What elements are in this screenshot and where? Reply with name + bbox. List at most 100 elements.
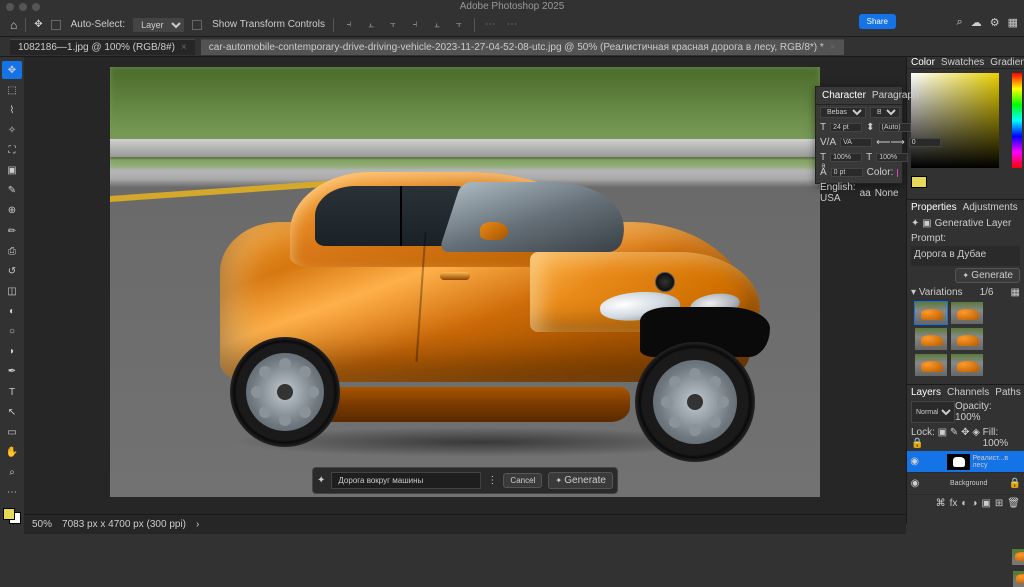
notification-icon[interactable]: ⚙ — [990, 16, 1000, 29]
lang-dropdown[interactable]: English: USA — [820, 182, 856, 204]
adjustment-icon[interactable]: ◑ — [971, 498, 977, 509]
link-icon[interactable]: ⌘ — [936, 498, 946, 509]
brush-tool[interactable]: ✏ — [2, 222, 22, 240]
generate-button[interactable]: ✦ Generate — [955, 268, 1020, 283]
chevron-right-icon[interactable]: › — [196, 519, 199, 530]
align-bottom-icon[interactable]: ⫟ — [452, 18, 466, 32]
auto-select-checkbox[interactable] — [51, 20, 61, 30]
document-tab[interactable]: 1082186—1.jpg @ 100% (RGB/8#)× — [10, 39, 195, 55]
document-tab[interactable]: car-automobile-contemporary-drive-drivin… — [201, 39, 844, 55]
cancel-button[interactable]: Cancel — [503, 473, 542, 488]
path-tool[interactable]: ↖ — [2, 403, 22, 421]
tracking-input[interactable] — [909, 138, 941, 147]
align-top-icon[interactable]: ⫞ — [408, 18, 422, 32]
shape-tool[interactable]: ▭ — [2, 423, 22, 441]
generate-button[interactable]: ✦ Generate — [548, 472, 613, 489]
layer-name[interactable]: Background — [950, 480, 987, 487]
kerning-input[interactable] — [840, 138, 872, 147]
paths-tab[interactable]: Paths — [995, 387, 1021, 398]
close-icon[interactable]: × — [830, 42, 836, 53]
fx-icon[interactable]: fx — [950, 498, 958, 509]
color-tab[interactable]: Color — [911, 57, 935, 68]
align-right-icon[interactable]: ⫟ — [386, 18, 400, 32]
blend-mode-dropdown[interactable]: Normal — [911, 401, 955, 423]
workspace-icon[interactable]: ▦ — [1008, 16, 1018, 29]
layer-row[interactable]: ◉ Background 🔒 — [907, 473, 1024, 495]
trash-icon[interactable]: 🗑 — [1007, 498, 1020, 509]
move-tool[interactable]: ✥ — [2, 61, 22, 79]
zoom-level[interactable]: 50% — [32, 519, 52, 530]
font-size-input[interactable] — [830, 123, 862, 132]
canvas-area[interactable]: ✦ ⋮ Cancel ✦ Generate — [24, 57, 906, 524]
new-layer-icon[interactable]: ⊞ — [995, 498, 1003, 509]
layers-tab[interactable]: Layers — [911, 387, 941, 398]
gen-prompt-input[interactable] — [331, 472, 481, 489]
home-icon[interactable]: ⌂ — [10, 18, 17, 32]
lasso-tool[interactable]: ⌇ — [2, 101, 22, 119]
group-icon[interactable]: ▣ — [981, 498, 990, 509]
blur-tool[interactable]: ○ — [2, 323, 22, 341]
pen-tool[interactable]: ✒ — [2, 363, 22, 381]
visibility-icon[interactable]: ◉ — [910, 456, 919, 467]
paragraph-tab[interactable]: Paragraph — [872, 90, 919, 101]
healing-tool[interactable]: ⊕ — [2, 202, 22, 220]
show-transform-checkbox[interactable] — [192, 20, 202, 30]
font-weight-dropdown[interactable]: Bold — [870, 107, 900, 118]
gradients-tab[interactable]: Gradients — [990, 57, 1024, 68]
frame-tool[interactable]: ▣ — [2, 162, 22, 180]
layer-thumb[interactable] — [1013, 571, 1024, 587]
eyedropper-tool[interactable]: ✎ — [2, 182, 22, 200]
variation-thumb[interactable] — [950, 353, 984, 377]
variation-thumb[interactable] — [914, 353, 948, 377]
mask-icon[interactable]: ◐ — [961, 498, 967, 509]
cloud-icon[interactable]: ☁ — [971, 16, 982, 29]
variation-thumb[interactable] — [950, 327, 984, 351]
zoom-tool[interactable]: ⌕ — [2, 464, 22, 482]
marquee-tool[interactable]: ⬚ — [2, 81, 22, 99]
wand-tool[interactable]: ✧ — [2, 121, 22, 139]
variation-thumb[interactable] — [950, 301, 984, 325]
adjustments-tab[interactable]: Adjustments — [963, 202, 1018, 213]
close-icon[interactable]: × — [181, 42, 187, 53]
hand-tool[interactable]: ✋ — [2, 443, 22, 461]
baseline-input[interactable] — [831, 168, 863, 177]
stamp-tool[interactable]: ⎙ — [2, 242, 22, 260]
distribute-icon[interactable]: ⋯ — [483, 18, 497, 32]
properties-tab[interactable]: Properties — [911, 202, 957, 213]
gen-options-icon[interactable]: ⋮ — [487, 475, 497, 486]
prompt-value[interactable]: Дорога в Дубае — [911, 246, 1020, 266]
hscale-input[interactable] — [876, 153, 908, 162]
color-swatches[interactable] — [3, 508, 21, 524]
eraser-tool[interactable]: ◫ — [2, 282, 22, 300]
window-controls[interactable] — [6, 3, 40, 11]
swatches-tab[interactable]: Swatches — [941, 57, 984, 68]
fill-label[interactable]: Fill: 100% — [983, 427, 1020, 449]
vscale-input[interactable] — [830, 153, 862, 162]
gradient-tool[interactable]: ◐ — [2, 303, 22, 321]
dodge-tool[interactable]: ◗ — [2, 343, 22, 361]
visibility-icon[interactable]: ◉ — [910, 478, 920, 489]
align-left-icon[interactable]: ⫞ — [342, 18, 356, 32]
search-icon[interactable]: ⌕ — [957, 16, 963, 29]
character-tab[interactable]: Character — [822, 90, 866, 101]
variation-thumb[interactable] — [914, 301, 948, 325]
channels-tab[interactable]: Channels — [947, 387, 989, 398]
share-button[interactable]: Share — [859, 14, 896, 29]
layer-mask-thumb[interactable] — [947, 454, 969, 470]
align-center-v-icon[interactable]: ⫠ — [430, 18, 444, 32]
layer-row[interactable]: ◉ Реалист...в лесу — [907, 451, 1024, 473]
variation-thumb[interactable] — [914, 327, 948, 351]
hue-slider[interactable] — [1012, 73, 1022, 168]
more-icon[interactable]: ⋯ — [505, 18, 519, 32]
aa-dropdown[interactable]: None — [875, 188, 899, 199]
align-center-h-icon[interactable]: ⫠ — [364, 18, 378, 32]
color-picker[interactable] — [907, 69, 1024, 199]
variations-grid-icon[interactable]: ▦ — [1011, 287, 1020, 298]
document-canvas[interactable] — [110, 67, 820, 497]
opacity-label[interactable]: Opacity: 100% — [955, 401, 1020, 423]
history-brush-tool[interactable]: ↺ — [2, 262, 22, 280]
leading-input[interactable] — [879, 123, 911, 132]
font-family-dropdown[interactable]: Bebas Neue — [820, 107, 866, 118]
layer-thumb[interactable] — [1012, 549, 1024, 565]
crop-tool[interactable]: ⛶ — [2, 142, 22, 160]
